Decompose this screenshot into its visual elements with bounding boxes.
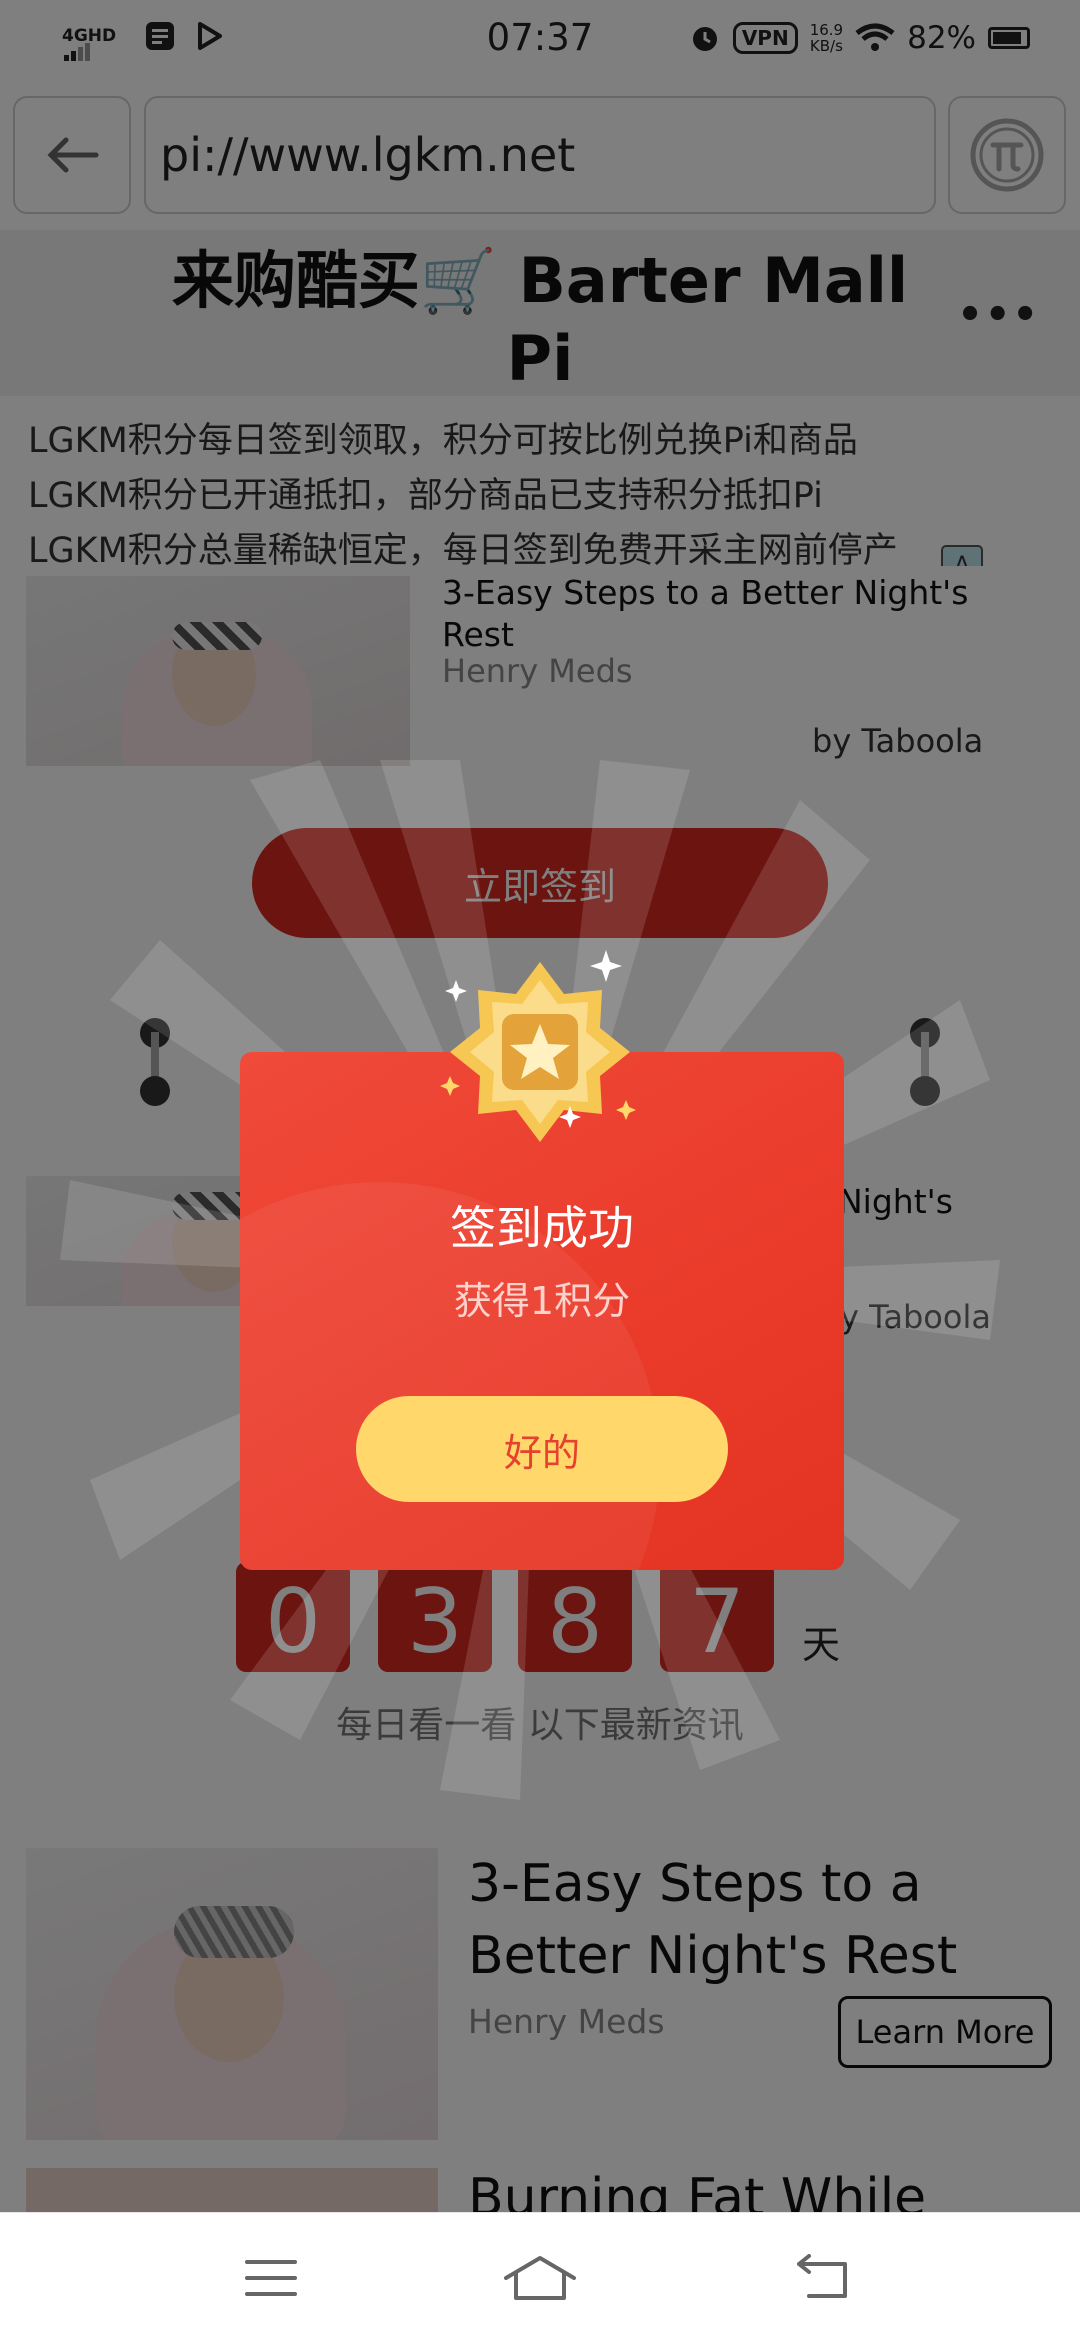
home-button[interactable] [495,2243,585,2313]
ok-button[interactable]: 好的 [356,1396,728,1502]
menu-button[interactable] [226,2243,316,2313]
hamburger-menu-icon [245,2260,297,2296]
dialog-subtitle: 获得1积分 [453,1279,631,1323]
home-icon [504,2256,576,2300]
system-navigation-bar [0,2212,1080,2340]
dialog-title: 签到成功 [450,1201,634,1255]
back-nav-button[interactable] [778,2243,868,2313]
back-arrow-icon [797,2254,847,2298]
star-badge-icon [440,950,636,1142]
